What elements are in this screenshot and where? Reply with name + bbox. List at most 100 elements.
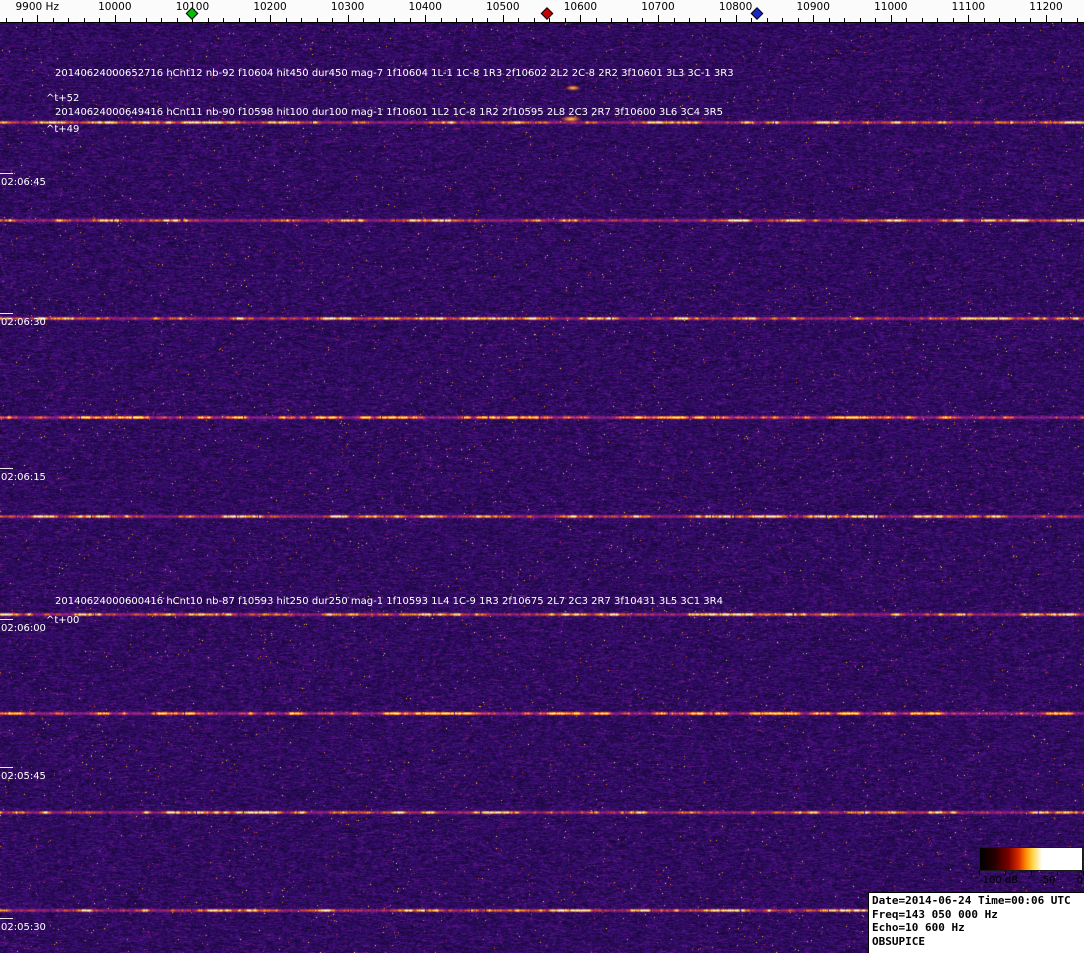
ruler-tick-minor: [704, 18, 706, 22]
ruler-tick-minor: [223, 18, 225, 22]
ruler-tick-minor: [642, 18, 644, 22]
ruler-tick-minor: [409, 18, 411, 22]
ruler-tick-minor: [828, 18, 830, 22]
info-echo: Echo=10 600 Hz: [872, 921, 965, 934]
ruler-tick-label: 10200: [253, 1, 287, 13]
colorbar-min-label: -100 dB: [979, 875, 1019, 886]
ruler-tick-minor: [301, 18, 303, 22]
ruler-tick-minor: [952, 18, 954, 22]
ruler-tick-minor: [1030, 18, 1032, 22]
ruler-tick-minor: [797, 18, 799, 22]
info-frequency: Freq=143 050 000 Hz: [872, 907, 998, 921]
ruler-tick-major: [890, 15, 892, 22]
ruler-tick-label: 11000: [874, 1, 908, 13]
ruler-tick-minor: [130, 18, 132, 22]
ruler-tick-minor: [99, 18, 101, 22]
ruler-tick-minor: [999, 18, 1001, 22]
ruler-tick-minor: [363, 18, 365, 22]
ruler-tick-minor: [332, 18, 334, 22]
ruler-tick-major: [735, 15, 737, 22]
ruler-tick-label: 10000: [98, 1, 132, 13]
ruler-tick-major: [502, 15, 504, 22]
ruler-tick-minor: [161, 18, 163, 22]
colorbar-tick: [979, 871, 980, 875]
colorbar-tick: [1057, 871, 1058, 875]
ruler-tick-minor: [875, 18, 877, 22]
ruler-tick-minor: [720, 18, 722, 22]
ruler-tick-major: [1045, 15, 1047, 22]
station-info-box: Date=2014-06-24 Time=00:06 UTC Freq=143 …: [868, 892, 1084, 953]
intensity-colorbar: -100 dB -50 0: [979, 847, 1084, 886]
ruler-tick-label: 10300: [330, 1, 365, 13]
ruler-tick-minor: [937, 18, 939, 22]
ruler-tick-major: [270, 15, 272, 22]
ruler-tick-minor: [533, 18, 535, 22]
ruler-tick-minor: [176, 18, 178, 22]
ruler-tick-minor: [316, 18, 318, 22]
ruler-tick-label: 10400: [408, 1, 442, 13]
ruler-tick-label: 10800: [718, 1, 753, 13]
ruler-tick-minor: [782, 18, 784, 22]
info-date-time: Date=2014-06-24 Time=00:06 UTC: [872, 894, 1071, 907]
ruler-tick-major: [37, 15, 39, 22]
ruler-tick-minor: [145, 18, 147, 22]
colorbar-tick: [1031, 871, 1032, 875]
ruler-tick-label: 11100: [951, 1, 986, 13]
ruler-tick-major: [347, 15, 349, 22]
ruler-tick-minor: [626, 18, 628, 22]
colorbar-labels: -100 dB -50 0: [979, 875, 1083, 886]
ruler-tick-minor: [689, 18, 691, 22]
ruler-tick-minor: [21, 18, 23, 22]
ruler-tick-minor: [518, 18, 520, 22]
spectrogram-waterfall[interactable]: [0, 22, 1084, 953]
ruler-tick-minor: [378, 18, 380, 22]
ruler-tick-minor: [921, 18, 923, 22]
ruler-tick-minor: [471, 18, 473, 22]
ruler-tick-minor: [844, 18, 846, 22]
ruler-tick-major: [114, 15, 116, 22]
ruler-tick-minor: [68, 18, 70, 22]
ruler-tick-minor: [1014, 18, 1016, 22]
ruler-tick-minor: [394, 18, 396, 22]
ruler-tick-minor: [611, 18, 613, 22]
ruler-tick-major: [425, 15, 427, 22]
ruler-tick-minor: [673, 18, 675, 22]
colorbar-tick: [1005, 871, 1006, 875]
ruler-tick-minor: [766, 18, 768, 22]
ruler-tick-minor: [595, 18, 597, 22]
ruler-tick-major: [580, 15, 582, 22]
ruler-tick-minor: [285, 18, 287, 22]
ruler-tick-minor: [254, 18, 256, 22]
ruler-tick-minor: [83, 18, 85, 22]
ruler-tick-minor: [983, 18, 985, 22]
ruler-tick-minor: [6, 18, 8, 22]
ruler-tick-label: 10700: [641, 1, 675, 13]
colorbar-ticks: [979, 871, 1084, 875]
ruler-tick-minor: [906, 18, 908, 22]
colorbar-max-label: 0: [1076, 875, 1083, 886]
ruler-tick-minor: [564, 18, 566, 22]
info-observatory: OBSUPICE: [872, 934, 925, 948]
ruler-tick-minor: [238, 18, 240, 22]
ruler-tick-major: [968, 15, 970, 22]
ruler-tick-major: [813, 15, 815, 22]
ruler-tick-label: 10600: [563, 1, 598, 13]
ruler-tick-label: 10500: [486, 1, 520, 13]
spectrogram-app-window: 9900 Hz100001010010200103001040010500106…: [0, 0, 1084, 953]
ruler-tick-label: 11200: [1029, 1, 1063, 13]
ruler-tick-minor: [751, 18, 753, 22]
colorbar-mid-label: -50: [1039, 875, 1056, 886]
ruler-tick-minor: [440, 18, 442, 22]
ruler-tick-minor: [487, 18, 489, 22]
ruler-tick-minor: [456, 18, 458, 22]
colorbar-gradient: [979, 847, 1083, 871]
frequency-ruler[interactable]: 9900 Hz100001010010200103001040010500106…: [0, 0, 1084, 23]
ruler-tick-major: [658, 15, 659, 22]
ruler-tick-minor: [1061, 18, 1063, 22]
ruler-tick-label: 9900 Hz: [15, 1, 59, 13]
ruler-tick-minor: [207, 18, 209, 22]
ruler-tick-minor: [859, 18, 861, 22]
freq-marker-red[interactable]: [540, 7, 554, 20]
ruler-tick-minor: [549, 18, 551, 22]
ruler-tick-minor: [52, 18, 54, 22]
